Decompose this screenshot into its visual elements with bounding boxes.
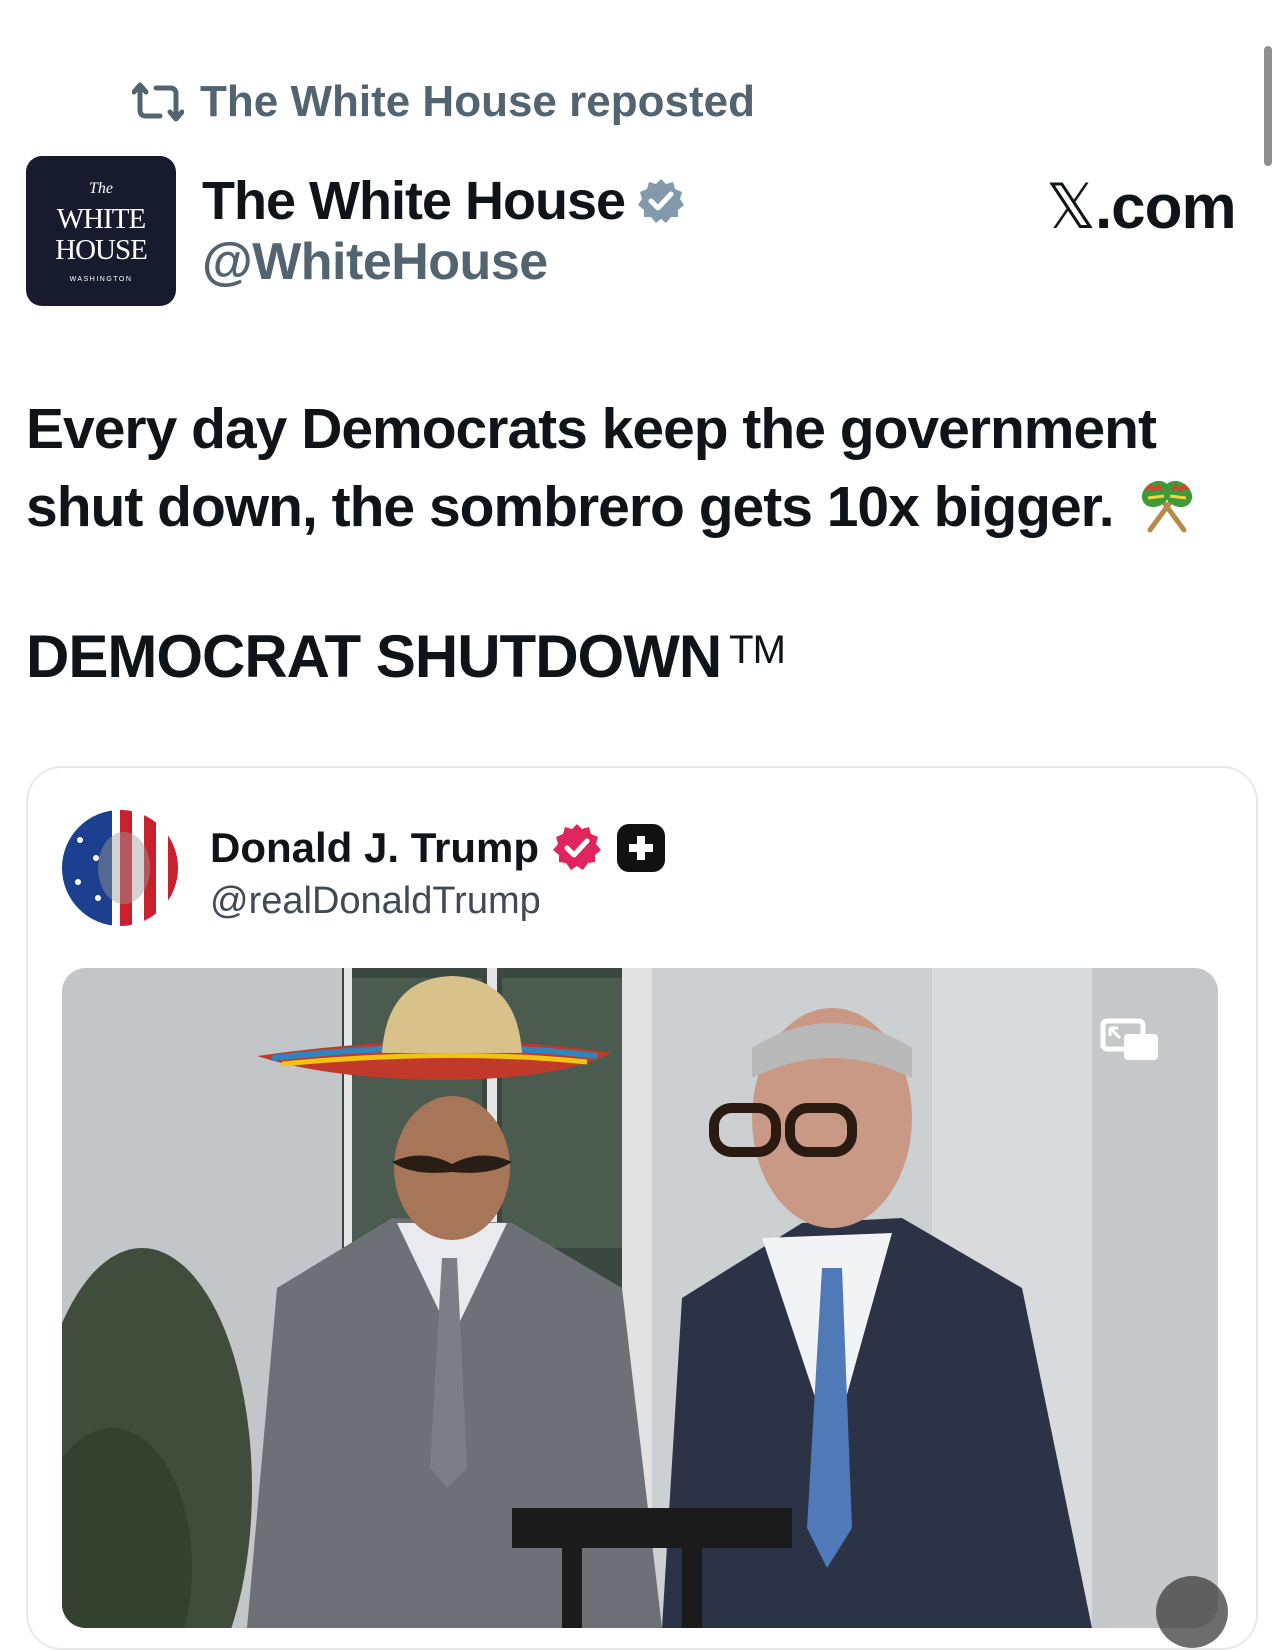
repost-icon	[132, 82, 184, 122]
verified-red-badge-icon	[553, 824, 602, 870]
brand-watermark: 𝕏.com	[1046, 170, 1237, 243]
brand-suffix: .com	[1094, 173, 1237, 242]
verified-badge-icon	[638, 179, 685, 223]
avatar-washington: WASHINGTON	[69, 275, 133, 283]
author-avatar[interactable]: The WHITE HOUSE WASHINGTON	[26, 156, 176, 306]
x-logo-icon: 𝕏	[1046, 170, 1096, 243]
trademark-mark: TM	[729, 628, 786, 672]
mute-icon[interactable]	[1156, 1576, 1228, 1648]
maracas-emoji-icon	[1142, 480, 1193, 533]
video-frame	[62, 968, 1218, 1628]
quoted-avatar[interactable]	[62, 810, 178, 926]
avatar-house: HOUSE	[55, 233, 148, 266]
plus-badge-icon	[617, 824, 666, 872]
picture-in-picture-icon[interactable]	[1100, 1018, 1162, 1064]
post-title-text: DEMOCRAT SHUTDOWN	[26, 623, 722, 690]
post-text: Every day Democrats keep the government …	[26, 390, 1256, 546]
author-name[interactable]: The White House	[202, 170, 626, 232]
quoted-name-row[interactable]: Donald J. Trump	[210, 822, 667, 874]
quoted-handle[interactable]: @realDonaldTrump	[210, 880, 541, 923]
quoted-video[interactable]	[62, 968, 1218, 1628]
avatar-white: WHITE	[56, 202, 146, 235]
quoted-name[interactable]: Donald J. Trump	[210, 824, 539, 872]
post-title: DEMOCRAT SHUTDOWN TM	[26, 622, 786, 691]
author-handle[interactable]: @WhiteHouse	[202, 232, 548, 292]
avatar-the: The	[89, 179, 113, 197]
repost-indicator: The White House reposted	[132, 76, 755, 128]
scrollbar[interactable]	[1264, 46, 1272, 166]
post-body: Every day Democrats keep the government …	[26, 397, 1157, 539]
repost-label: The White House reposted	[200, 77, 755, 126]
author-name-row[interactable]: The White House	[202, 170, 685, 232]
